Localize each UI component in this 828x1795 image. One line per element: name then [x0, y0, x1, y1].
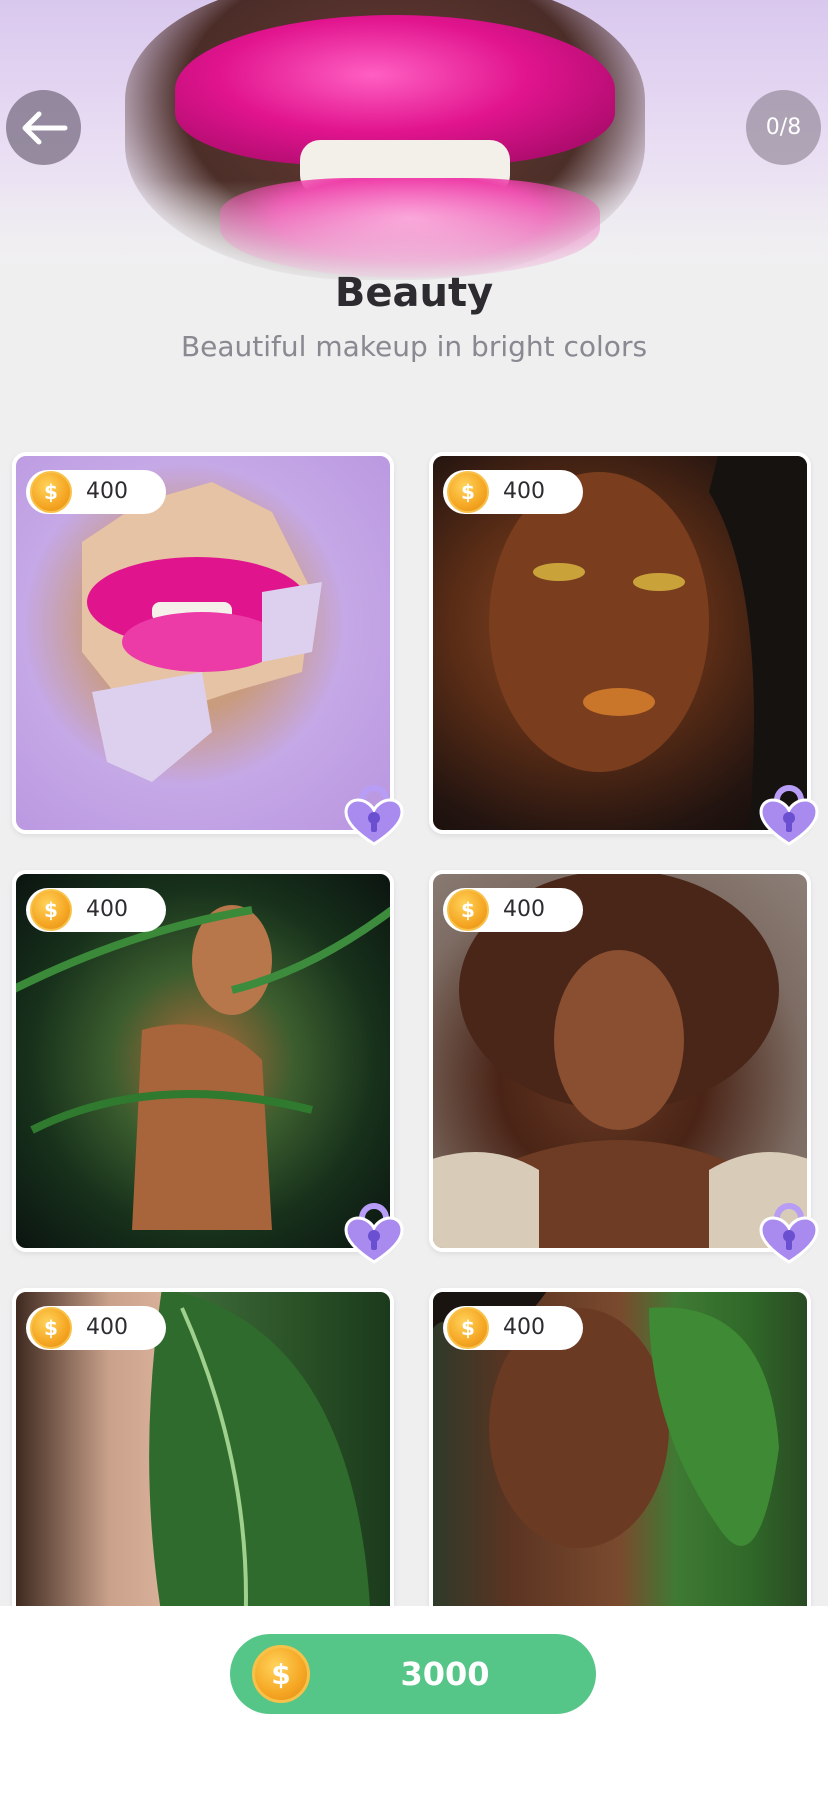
price-badge: $ 400	[443, 888, 583, 932]
picture-card[interactable]: $ 400	[12, 452, 394, 834]
price-label: 400	[503, 479, 545, 504]
coin-icon: $	[447, 471, 489, 513]
coin-balance-button[interactable]: $ 3000	[230, 1634, 596, 1714]
picture-card[interactable]: $ 400	[429, 452, 811, 834]
coin-icon: $	[447, 889, 489, 931]
back-button[interactable]	[6, 90, 81, 165]
lock-icon	[344, 785, 404, 846]
page-subtitle: Beautiful makeup in bright colors	[180, 330, 648, 363]
coin-icon: $	[30, 889, 72, 931]
price-label: 400	[86, 897, 128, 922]
coin-balance: 3000	[400, 1655, 490, 1693]
price-label: 400	[86, 479, 128, 504]
back-arrow-icon	[22, 111, 67, 144]
price-badge: $ 400	[443, 1306, 583, 1350]
price-label: 400	[503, 897, 545, 922]
price-label: 400	[503, 1315, 545, 1340]
page-title: Beauty	[334, 270, 494, 316]
price-badge: $ 400	[26, 1306, 166, 1350]
price-badge: $ 400	[26, 470, 166, 514]
price-badge: $ 400	[443, 470, 583, 514]
category-hero	[0, 0, 828, 300]
progress-indicator: 0/8	[746, 90, 821, 165]
coin-icon: $	[30, 471, 72, 513]
price-label: 400	[86, 1315, 128, 1340]
picture-card[interactable]: $ 400	[429, 870, 811, 1252]
coin-icon: $	[447, 1307, 489, 1349]
lock-icon	[759, 785, 819, 846]
lock-icon	[759, 1203, 819, 1264]
coin-icon: $	[252, 1645, 310, 1703]
coin-icon: $	[30, 1307, 72, 1349]
price-badge: $ 400	[26, 888, 166, 932]
picture-card[interactable]: $ 400	[12, 870, 394, 1252]
lock-icon	[344, 1203, 404, 1264]
